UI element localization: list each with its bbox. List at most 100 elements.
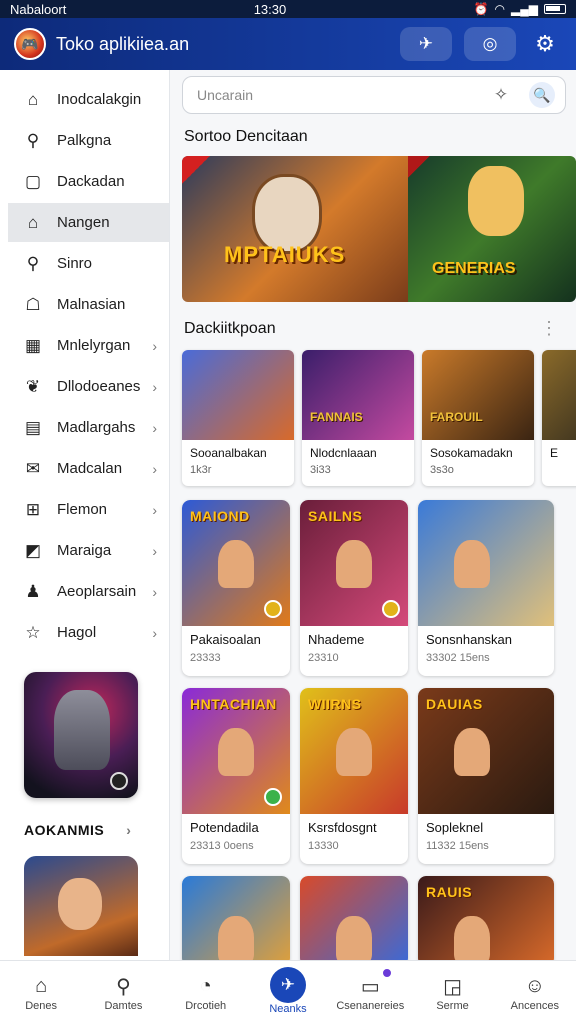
chevron-right-icon: ›: [152, 460, 157, 477]
nav-item[interactable]: ◲ Serme: [411, 961, 493, 1024]
sidebar-item[interactable]: ⌂ Nangen: [8, 203, 169, 242]
app-card[interactable]: DAUIAS Sopleknel 11332 15ens: [418, 688, 554, 864]
chevron-right-icon: ›: [152, 501, 157, 518]
notification-dot: [381, 967, 394, 979]
sidebar-item[interactable]: ⊞ Flemon ›: [0, 490, 169, 529]
chevron-right-icon: ›: [152, 337, 157, 354]
app-card-character: [336, 916, 372, 960]
sidebar-item-label: Madcalan: [57, 460, 123, 477]
edit-box-icon: ◩: [24, 540, 42, 560]
featured-banner[interactable]: MPTAIUKS GENERIAS: [182, 156, 576, 302]
sidebar-item[interactable]: ▤ Madlargahs ›: [0, 408, 169, 447]
sidebar-item[interactable]: ♟ Aeoplarsain ›: [0, 572, 169, 611]
voice-search-icon[interactable]: ✧: [489, 85, 513, 105]
nav-item-label: Drcotieh: [185, 999, 227, 1012]
banner-right[interactable]: GENERIAS: [408, 156, 576, 302]
nav-item[interactable]: ◔ Drcotieh: [165, 961, 247, 1024]
nav-item[interactable]: ☺ Ancences: [494, 961, 576, 1024]
sidebar-item[interactable]: ▢ Dackadan: [0, 162, 169, 201]
sidebar-item[interactable]: ☖ Malnasian: [0, 285, 169, 324]
nav-item-label: Serme: [436, 999, 469, 1012]
app-card-artwork: DAUIAS: [418, 688, 554, 814]
sidebar-item[interactable]: ✉ Madcalan ›: [0, 449, 169, 488]
sidebar-item[interactable]: ◩ Maraiga ›: [0, 531, 169, 570]
nav-item[interactable]: ✈ Neanks: [247, 961, 329, 1024]
app-card-name: Sopleknel: [426, 820, 484, 835]
wide-card-meta: 1k3r: [190, 464, 212, 476]
app-card-character: [218, 540, 254, 588]
app-card-character: [454, 916, 490, 960]
sidebar-item-label: Maraiga: [57, 542, 112, 559]
app-card[interactable]: [182, 876, 290, 960]
nav-item-label: Ancences: [510, 999, 559, 1012]
sidebar-list: ⌂ Inodcalakgin ⚲ Palkgna ▢ Dackadan ⌂ Nangen ⚲ Si…: [0, 80, 169, 652]
app-card-artwork: [418, 500, 554, 626]
search-bar[interactable]: ✧ 🔍: [182, 76, 566, 114]
thumbnail-character: [58, 878, 102, 930]
app-card-name: Ksrsfdosgnt: [308, 820, 377, 835]
wide-card-row: Sooanalbakan 1k3r FANNAIS Nlodcnlaaan 3i33 FA…: [182, 350, 576, 486]
flight-button[interactable]: ✈: [400, 27, 452, 61]
wide-card-meta: 3i33: [310, 464, 331, 476]
sidebar-item[interactable]: ❦ Dllodoeanes ›: [0, 367, 169, 406]
wide-app-card[interactable]: FAROUIL Sosokamadakn 3s3o: [422, 350, 534, 486]
app-logo[interactable]: 🎮: [14, 28, 46, 60]
banner-hero: [468, 166, 524, 236]
app-card-art-title: DAUIAS: [426, 696, 483, 712]
sidebar-item[interactable]: ⌂ Inodcalakgin: [0, 80, 169, 119]
app-card[interactable]: SAILNS Nhademe 23310: [300, 500, 408, 676]
sidebar-featured-app[interactable]: [24, 672, 138, 798]
app-card-name: Nhademe: [308, 632, 365, 647]
plane-icon: ✈: [418, 34, 434, 53]
app-bar: 🎮 Toko aplikiiea.an ✈ ◎ ⚙: [0, 18, 576, 70]
sidebar-item[interactable]: ⚲ Sinro: [0, 244, 169, 283]
more-options-icon[interactable]: ⋮: [540, 318, 558, 339]
nav-item[interactable]: ▭ Csenanereies: [329, 961, 411, 1024]
app-card-artwork: SAILNS: [300, 500, 408, 626]
app-card-artwork: [300, 876, 408, 960]
app-card[interactable]: WIIRNS Ksrsfdosgnt 13330: [300, 688, 408, 864]
nav-item[interactable]: ⚲ Damtes: [82, 961, 164, 1024]
app-card[interactable]: RAUIS: [418, 876, 554, 960]
sidebar-section-thumbnail[interactable]: [24, 856, 138, 956]
gear-icon: ⚙: [535, 31, 555, 56]
wide-app-card[interactable]: E: [542, 350, 576, 486]
leaf-icon: ❦: [25, 376, 41, 396]
app-card[interactable]: Sonsnhanskan 33302 15ens: [418, 500, 554, 676]
wide-card-artwork: [542, 350, 576, 440]
camera-button[interactable]: ◎: [464, 27, 516, 61]
app-card-name: Pakaisoalan: [190, 632, 261, 647]
settings-button[interactable]: ⚙: [528, 27, 562, 61]
wide-card-name: Sosokamadakn: [430, 446, 513, 460]
wide-app-card[interactable]: FANNAIS Nlodcnlaaan 3i33: [302, 350, 414, 486]
chevron-right-icon: ›: [152, 378, 157, 395]
app-card-art-title: MAIOND: [190, 508, 250, 524]
grid-icon: ⊞: [25, 499, 41, 519]
search-input[interactable]: [197, 87, 489, 103]
wide-app-card[interactable]: Sooanalbakan 1k3r: [182, 350, 294, 486]
person-icon: ☺: [524, 975, 546, 997]
sidebar-item-label: Palkgna: [57, 132, 112, 149]
app-card[interactable]: HNTACHIAN Potendadila 23313 0oens: [182, 688, 290, 864]
app-card-artwork: MAIOND: [182, 500, 290, 626]
sidebar-item[interactable]: ⚲ Palkgna: [0, 121, 169, 160]
alarm-icon: ⏰: [473, 2, 489, 16]
sidebar-section-header[interactable]: AOKANMIS ›: [24, 822, 169, 838]
app-card[interactable]: MAIOND Pakaisoalan 23333: [182, 500, 290, 676]
app-card-name: Potendadila: [190, 820, 259, 835]
banner-left[interactable]: MPTAIUKS: [182, 156, 408, 302]
app-title: Toko aplikiiea.an: [56, 33, 190, 54]
square-icon: ▢: [24, 171, 42, 191]
inbox-icon: ▭: [360, 976, 380, 998]
sidebar-item-label: Dackadan: [57, 173, 125, 190]
nav-item[interactable]: ⌂ Denes: [0, 961, 82, 1024]
app-card[interactable]: [300, 876, 408, 960]
app-card-character: [218, 916, 254, 960]
search-submit-icon[interactable]: 🔍: [529, 82, 555, 108]
banner-section-title: Sortoo Dencitaan: [184, 128, 308, 145]
sidebar-item[interactable]: ☆ Hagol ›: [0, 613, 169, 652]
nav-item-label: Csenanereies: [336, 999, 405, 1012]
sidebar-item[interactable]: ▦ Mnlelyrgan ›: [0, 326, 169, 365]
app-card-character: [336, 728, 372, 776]
app-card-character: [454, 728, 490, 776]
